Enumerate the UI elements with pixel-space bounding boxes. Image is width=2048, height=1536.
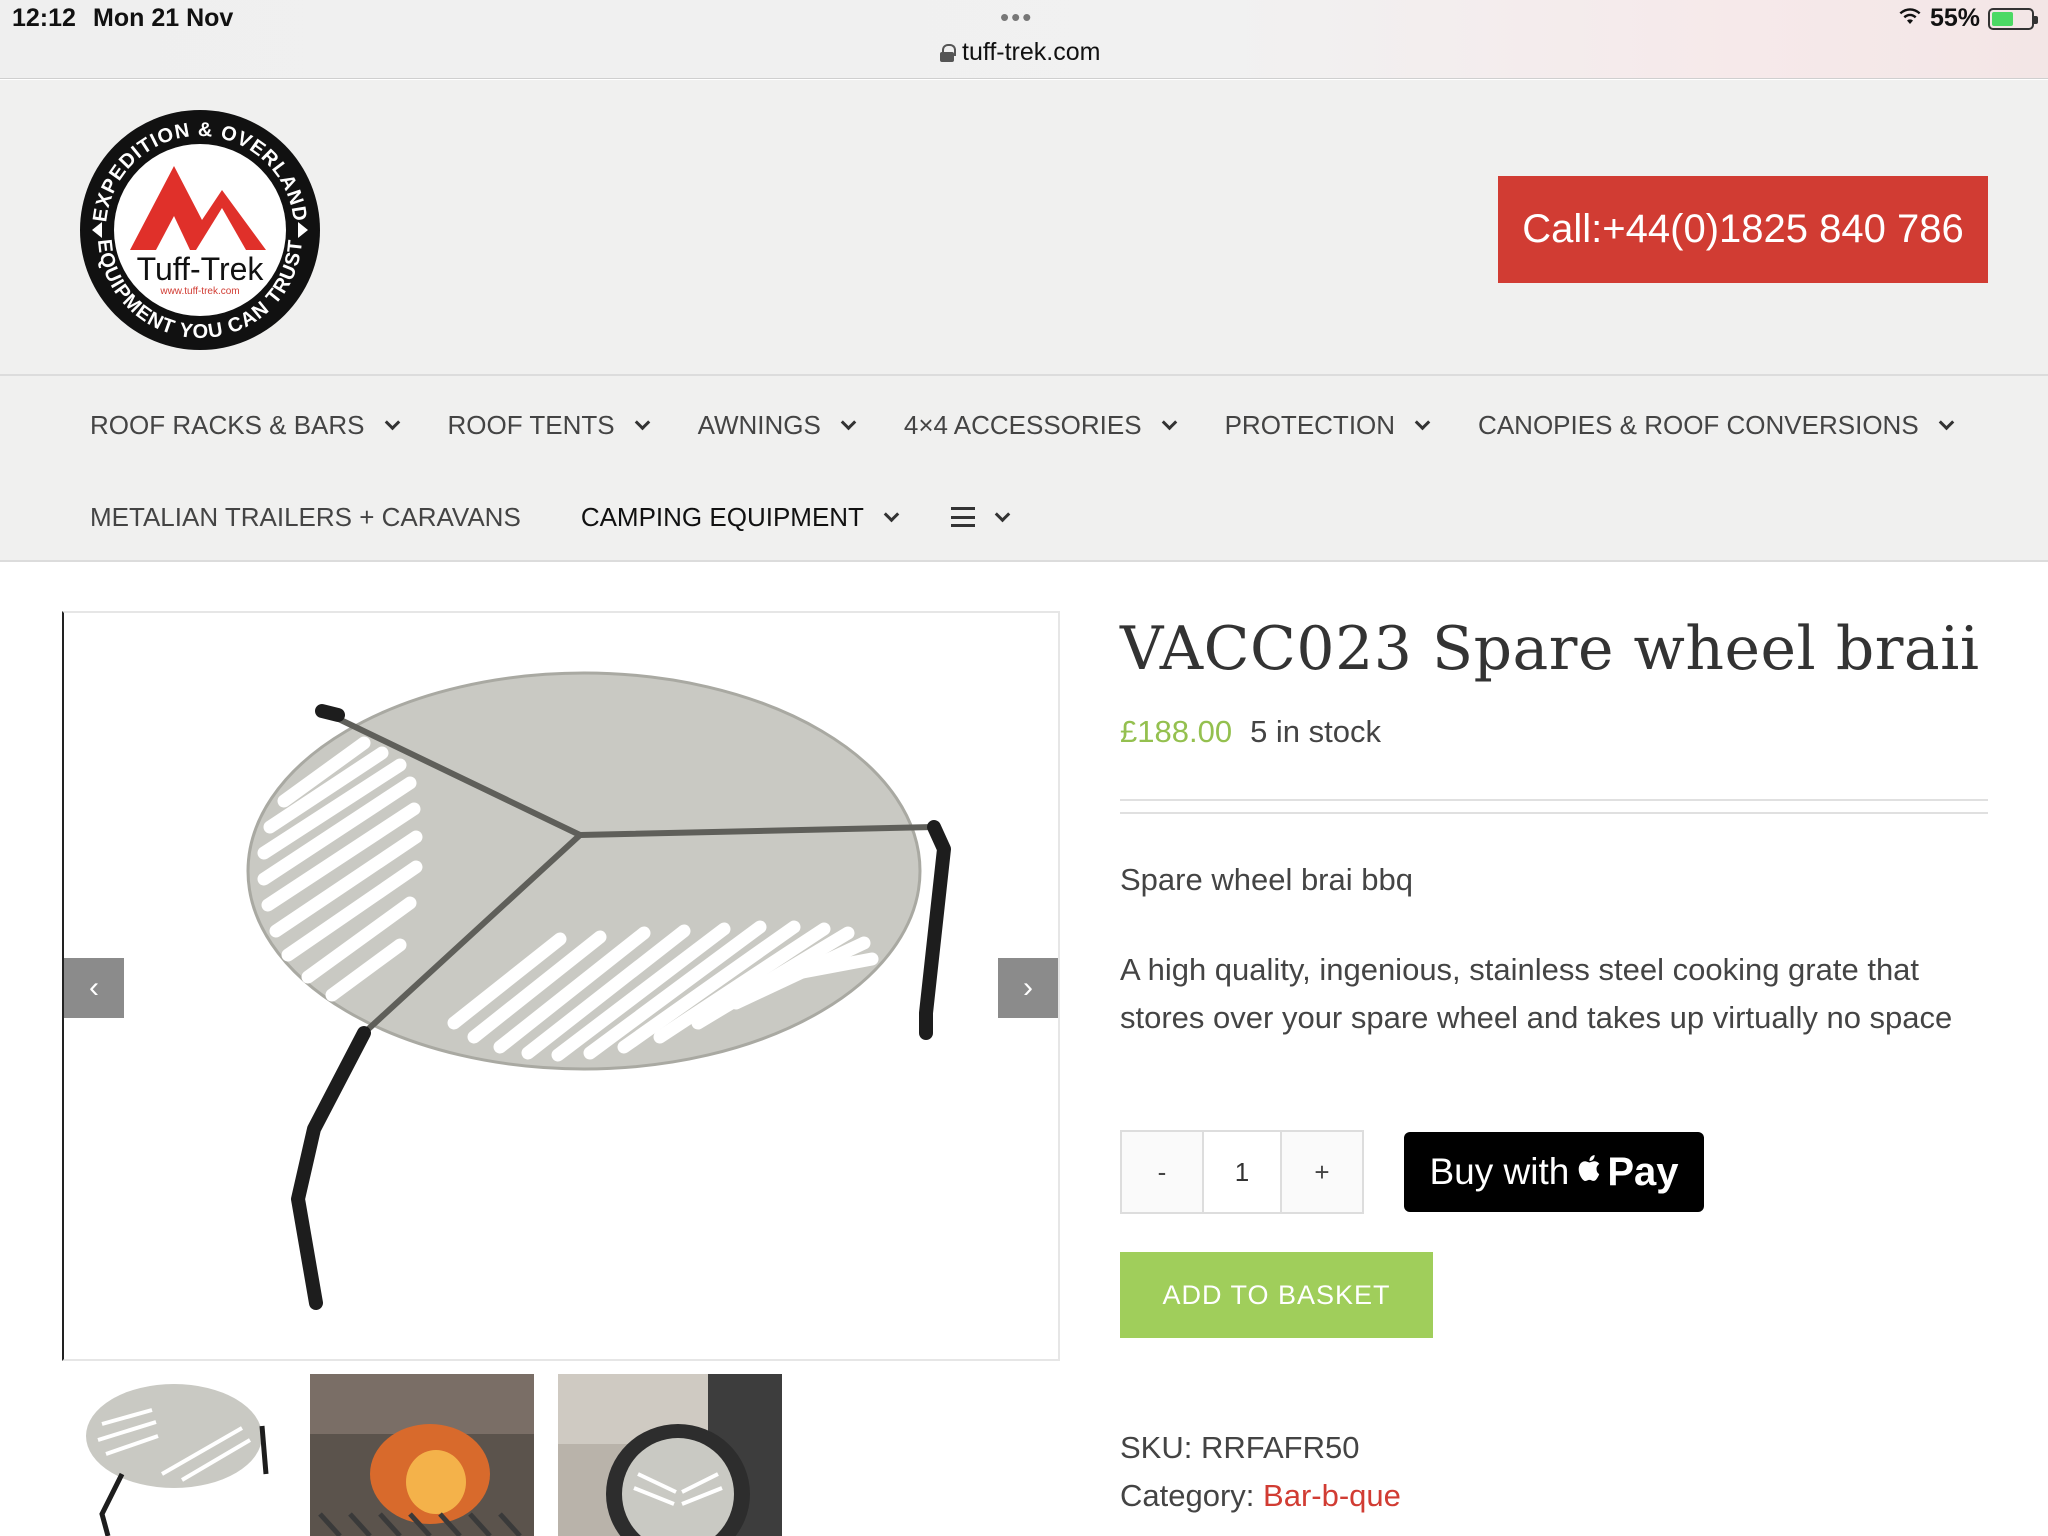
product-title: VACC023 Spare wheel braii — [1120, 614, 1980, 684]
nav-label: AWNINGS — [697, 409, 821, 440]
quantity-plus-button[interactable]: + — [1282, 1132, 1362, 1212]
product-short-description: Spare wheel brai bbq — [1120, 862, 1413, 897]
quantity-input[interactable]: 1 — [1202, 1132, 1282, 1212]
product-description: A high quality, ingenious, stainless ste… — [1120, 952, 1953, 1035]
sku-value: RRFAFR50 — [1200, 1430, 1360, 1465]
price-row: £188.00 5 in stock — [1120, 714, 1381, 750]
chevron-down-icon — [1161, 414, 1177, 430]
category-link[interactable]: Bar-b-que — [1263, 1478, 1401, 1513]
category-label: Category: — [1120, 1478, 1255, 1513]
add-to-basket-button[interactable]: ADD TO BASKET — [1120, 1252, 1433, 1338]
apple-logo-icon — [1575, 1152, 1601, 1193]
chevron-left-icon: ‹ — [89, 971, 99, 1004]
nav-more-menu[interactable] — [950, 506, 1011, 527]
product-main-image[interactable] — [64, 613, 1058, 1359]
product-sku: SKU: RRFAFR50 — [1120, 1430, 1359, 1466]
apple-pay-button[interactable]: Buy with Pay — [1404, 1132, 1704, 1212]
battery-percent: 55% — [1929, 4, 1980, 32]
chevron-right-icon: › — [1023, 971, 1033, 1004]
product-category: Category: Bar-b-que — [1120, 1478, 1401, 1514]
call-button[interactable]: Call:+44(0)1825 840 786 — [1498, 176, 1988, 283]
nav-row-1: ROOF RACKS & BARS ROOF TENTS AWNINGS 4×4… — [90, 400, 1954, 450]
nav-label: METALIAN TRAILERS + CARAVANS — [90, 501, 521, 532]
logo-url: www.tuff-trek.com — [159, 286, 239, 297]
chevron-down-icon — [1938, 414, 1954, 430]
product-price: £188.00 — [1120, 714, 1233, 749]
nav-item-camping-equipment[interactable]: CAMPING EQUIPMENT — [580, 501, 900, 533]
chevron-down-icon — [634, 414, 650, 430]
more-dots-icon[interactable]: ••• — [1000, 2, 1033, 33]
chevron-down-icon — [840, 414, 857, 430]
nav-label: CAMPING EQUIPMENT — [580, 501, 864, 532]
nav-label: ROOF TENTS — [447, 409, 615, 440]
browser-status-bar: 12:12 Mon 21 Nov ••• tuff-trek.com 55% — [0, 0, 2048, 79]
status-right: 55% — [1898, 4, 2038, 33]
thumbnail-braai-grate[interactable] — [62, 1374, 286, 1536]
gallery-prev-button[interactable]: ‹ — [64, 958, 124, 1018]
lock-icon — [940, 43, 956, 62]
main-nav: ROOF RACKS & BARS ROOF TENTS AWNINGS 4×4… — [0, 374, 2048, 562]
status-date: Mon 21 Nov — [93, 4, 234, 32]
wifi-icon — [1898, 6, 1922, 32]
divider — [1120, 812, 1988, 814]
nav-label: CANOPIES & ROOF CONVERSIONS — [1478, 409, 1919, 440]
status-time: 12:12 — [12, 4, 76, 32]
nav-label: PROTECTION — [1224, 409, 1396, 440]
quantity-minus-button[interactable]: - — [1122, 1132, 1202, 1212]
hamburger-icon — [950, 507, 975, 527]
nav-item-roof-racks[interactable]: ROOF RACKS & BARS — [90, 409, 400, 441]
chevron-down-icon — [1414, 414, 1431, 430]
chevron-down-icon — [384, 414, 400, 430]
thumbnail-spare-wheel-mount[interactable] — [558, 1374, 782, 1536]
nav-label: 4×4 ACCESSORIES — [903, 409, 1142, 440]
stock-status: 5 in stock — [1250, 714, 1382, 749]
nav-item-awnings[interactable]: AWNINGS — [697, 409, 857, 441]
divider — [1120, 799, 1988, 801]
chevron-down-icon — [883, 506, 900, 522]
apple-pay-prefix: Buy with — [1429, 1151, 1570, 1192]
chevron-down-icon — [994, 506, 1011, 522]
thumbnail-strip — [62, 1374, 782, 1536]
nav-item-metalian-trailers[interactable]: METALIAN TRAILERS + CARAVANS — [90, 502, 521, 533]
product-gallery: ‹ › — [62, 611, 1060, 1361]
site-header: EXPEDITION & OVERLAND EQUIPMENT YOU CAN … — [0, 80, 2048, 374]
nav-item-protection[interactable]: PROTECTION — [1224, 409, 1431, 441]
gallery-next-button[interactable]: › — [998, 958, 1058, 1018]
nav-item-4x4-accessories[interactable]: 4×4 ACCESSORIES — [903, 409, 1177, 441]
address-bar[interactable]: tuff-trek.com — [940, 38, 1100, 67]
tuff-trek-logo[interactable]: EXPEDITION & OVERLAND EQUIPMENT YOU CAN … — [78, 108, 322, 352]
battery-icon — [1988, 7, 2038, 30]
battery-fill — [1992, 11, 2013, 26]
nav-item-canopies[interactable]: CANOPIES & ROOF CONVERSIONS — [1478, 409, 1954, 441]
thumbnail-braai-fire[interactable] — [310, 1374, 534, 1536]
nav-label: ROOF RACKS & BARS — [90, 409, 365, 440]
url-text: tuff-trek.com — [962, 38, 1101, 66]
sku-label: SKU: — [1120, 1430, 1193, 1465]
nav-item-roof-tents[interactable]: ROOF TENTS — [447, 409, 650, 441]
apple-pay-word: Pay — [1607, 1149, 1679, 1194]
nav-row-2: METALIAN TRAILERS + CARAVANS CAMPING EQU… — [90, 492, 1011, 542]
logo-brand: Tuff-Trek — [137, 251, 265, 287]
quantity-stepper: - 1 + — [1120, 1130, 1364, 1214]
